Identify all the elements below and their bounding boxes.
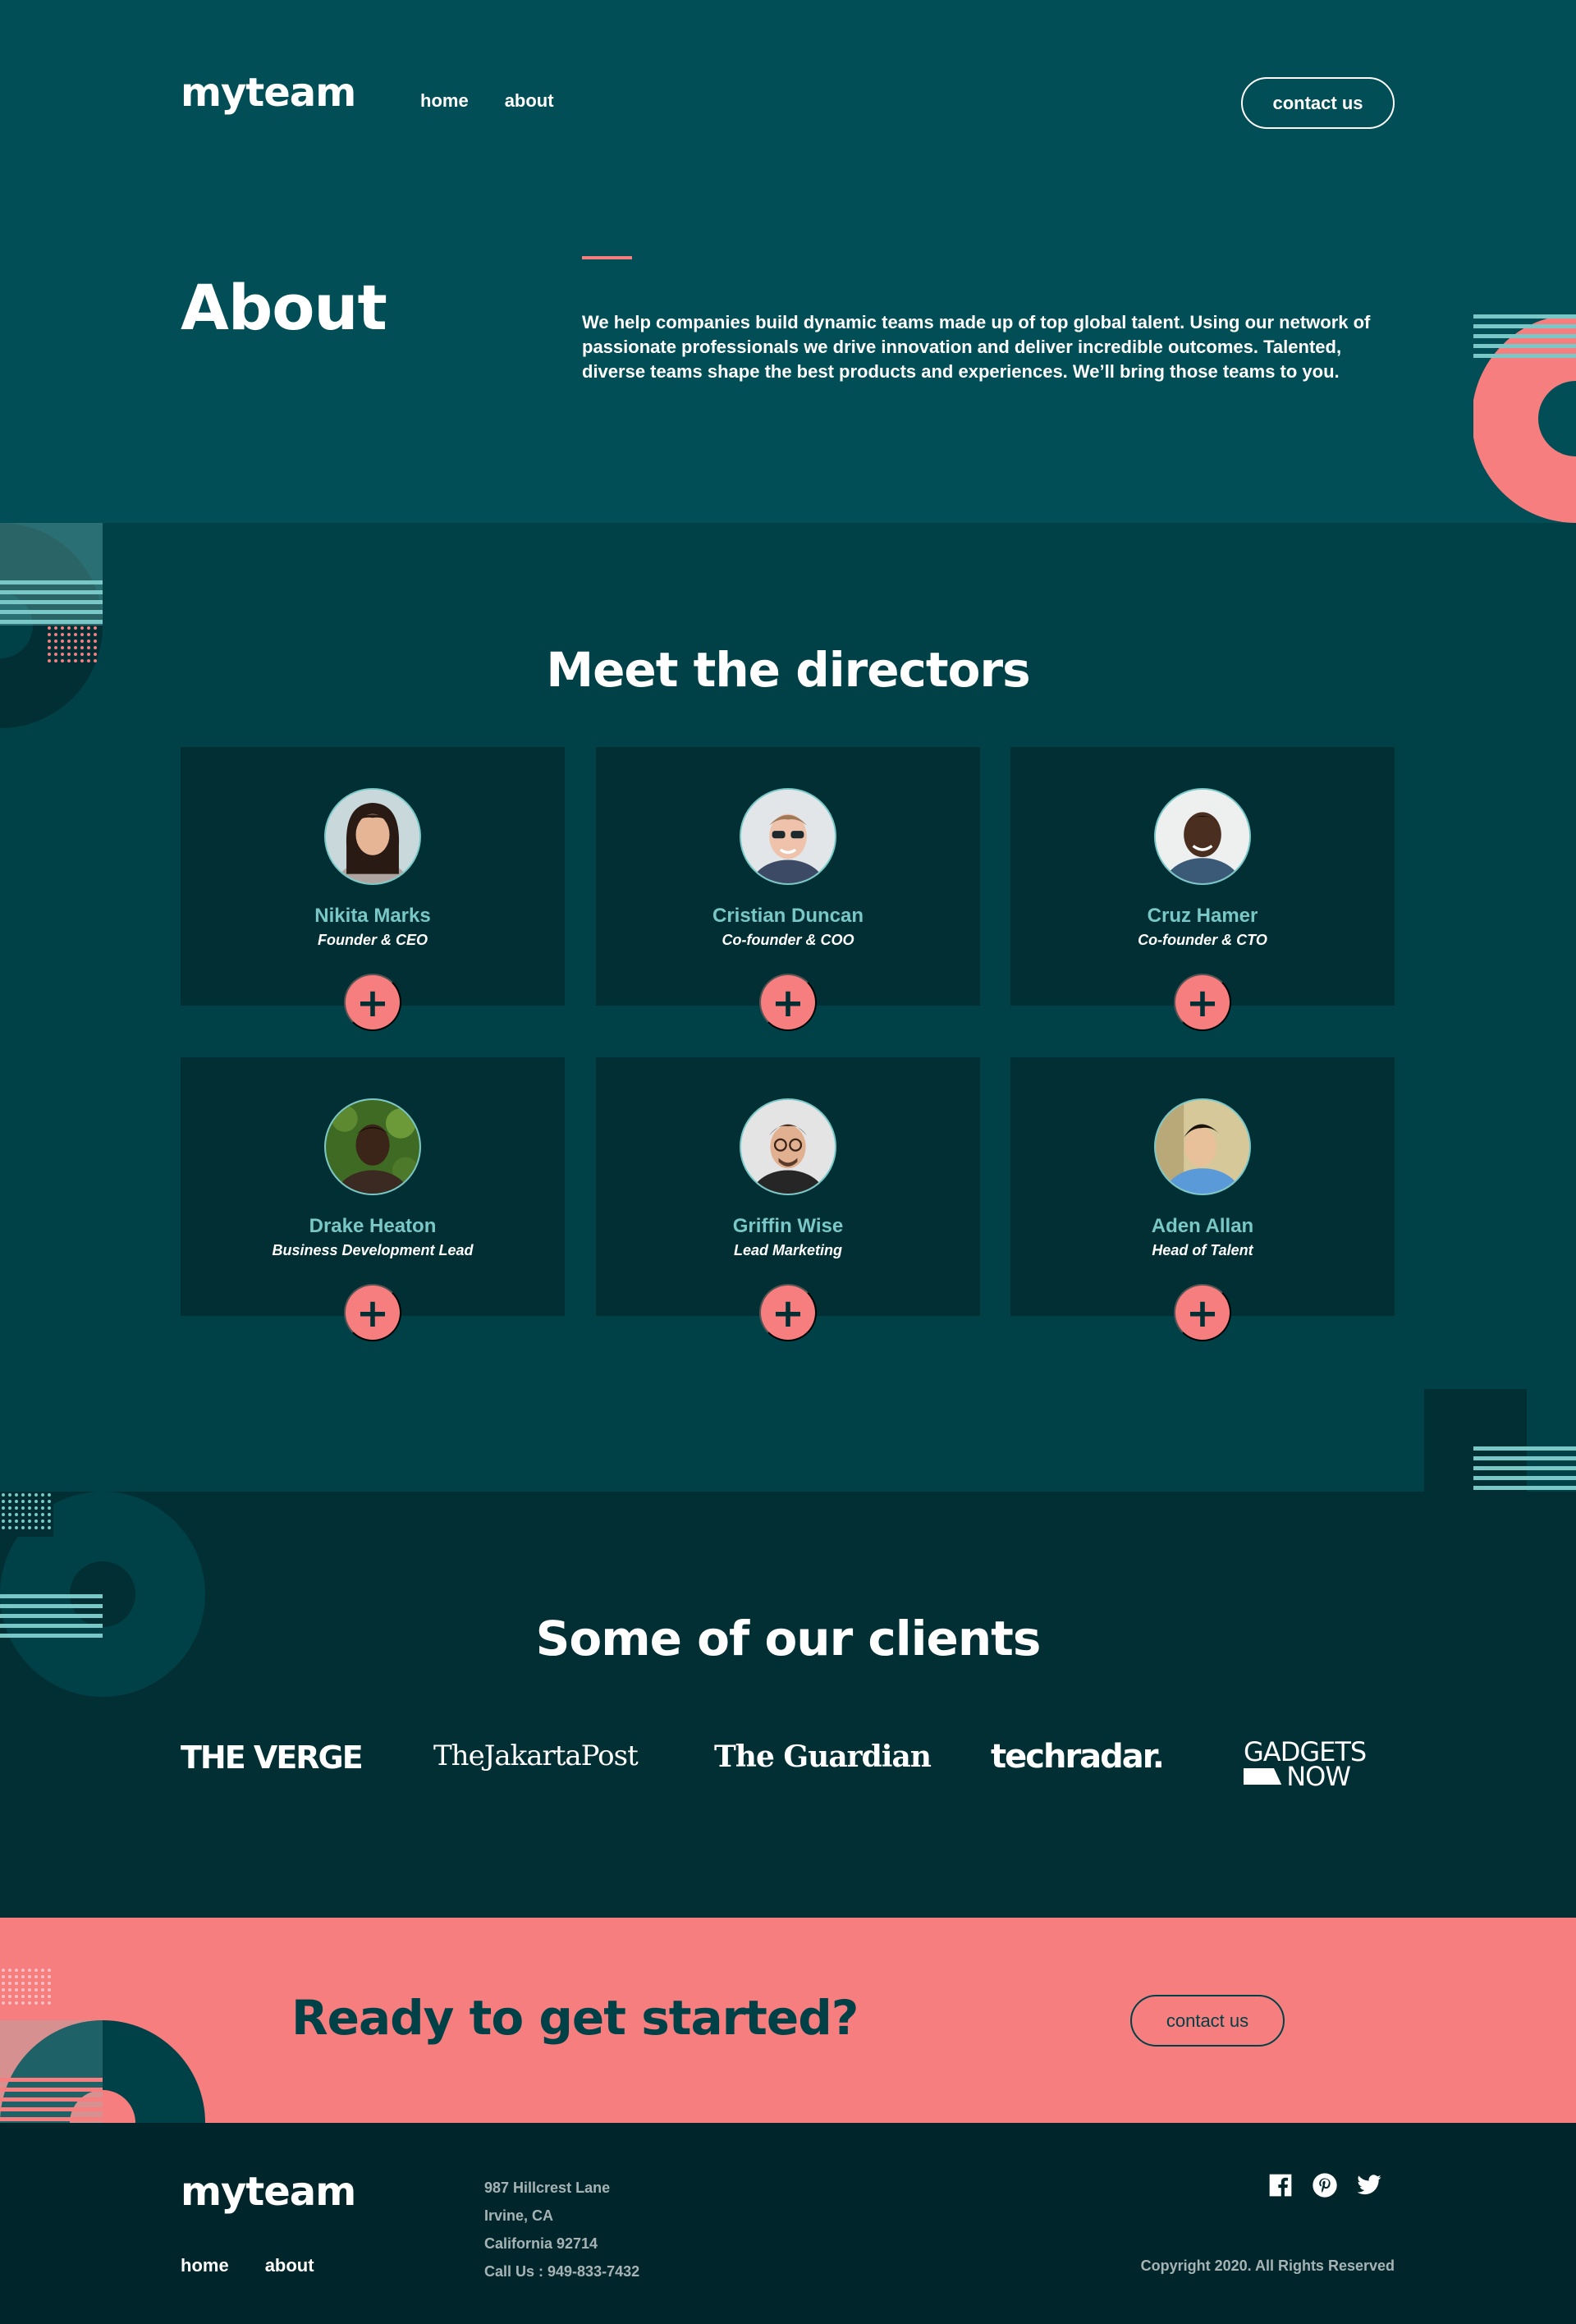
director-card: Cruz Hamer Co-founder & CTO + bbox=[1010, 747, 1395, 1031]
social-links bbox=[1267, 2172, 1382, 2198]
address-block: 987 Hillcrest Lane Irvine, CA California… bbox=[484, 2174, 639, 2285]
director-role: Head of Talent bbox=[1152, 1242, 1253, 1258]
director-role: Business Development Lead bbox=[272, 1242, 474, 1258]
director-name: Cristian Duncan bbox=[712, 905, 864, 927]
director-card: Drake Heaton Business Development Lead + bbox=[181, 1057, 565, 1341]
copyright-text: Copyright 2020. All Rights Reserved bbox=[1140, 2258, 1395, 2274]
decorative-pattern-cta bbox=[0, 1969, 205, 2123]
now-text: NOW bbox=[1286, 1761, 1351, 1792]
now-row: NOW bbox=[1244, 1761, 1351, 1792]
twitter-icon[interactable] bbox=[1356, 2172, 1382, 2198]
director-name: Nikita Marks bbox=[314, 905, 431, 927]
techradar-logo: techradar. bbox=[991, 1738, 1165, 1776]
footer-nav: home about bbox=[181, 2255, 314, 2276]
avatar bbox=[324, 788, 421, 885]
avatar bbox=[1154, 788, 1251, 885]
avatar bbox=[324, 1098, 421, 1195]
contact-us-button[interactable]: contact us bbox=[1241, 77, 1395, 129]
main-nav: home about bbox=[420, 90, 554, 112]
clients-heading: Some of our clients bbox=[535, 1611, 1042, 1666]
director-name: Aden Allan bbox=[1151, 1215, 1254, 1237]
site-logo[interactable]: myteam bbox=[181, 70, 356, 116]
director-role: Co-founder & CTO bbox=[1138, 932, 1267, 948]
clients-section: Some of our clients THE VERGE TheJakarta… bbox=[0, 1492, 1576, 1918]
directors-heading: Meet the directors bbox=[546, 642, 1030, 698]
expand-director-button[interactable]: + bbox=[759, 1284, 817, 1341]
director-card: Cristian Duncan Co-founder & COO + bbox=[596, 747, 980, 1031]
nav-about-link[interactable]: about bbox=[505, 90, 554, 112]
director-card: Griffin Wise Lead Marketing + bbox=[596, 1057, 980, 1341]
director-name: Cruz Hamer bbox=[1147, 905, 1258, 927]
footer-logo[interactable]: myteam bbox=[181, 2169, 356, 2215]
expand-director-button[interactable]: + bbox=[344, 1284, 401, 1341]
cta-contact-us-button[interactable]: contact us bbox=[1130, 1995, 1285, 2047]
director-role: Co-founder & COO bbox=[722, 932, 854, 948]
director-card: Aden Allan Head of Talent + bbox=[1010, 1057, 1395, 1341]
accent-line bbox=[582, 256, 632, 259]
expand-director-button[interactable]: + bbox=[344, 974, 401, 1031]
the-verge-logo: THE VERGE bbox=[181, 1740, 364, 1776]
expand-director-button[interactable]: + bbox=[1174, 1284, 1231, 1341]
expand-director-button[interactable]: + bbox=[1174, 974, 1231, 1031]
cta-section: Ready to get started? contact us bbox=[0, 1918, 1576, 2123]
decorative-pattern-bottom-right bbox=[1424, 1389, 1576, 1492]
pinterest-icon[interactable] bbox=[1312, 2172, 1338, 2198]
address-state-zip: California 92714 bbox=[484, 2235, 598, 2252]
about-description: We help companies build dynamic teams ma… bbox=[582, 312, 1371, 382]
hero-section: myteam home about contact us About We he… bbox=[0, 0, 1576, 523]
director-role: Founder & CEO bbox=[318, 932, 428, 948]
address-city: Irvine, CA bbox=[484, 2207, 554, 2224]
avatar bbox=[740, 1098, 836, 1195]
director-role: Lead Marketing bbox=[733, 1242, 843, 1258]
cta-heading: Ready to get started? bbox=[291, 1990, 859, 2046]
footer-about-link[interactable]: about bbox=[265, 2255, 314, 2276]
nav-home-link[interactable]: home bbox=[420, 90, 469, 112]
decorative-pattern-right bbox=[1473, 314, 1576, 523]
footer: myteam home about 987 Hillcrest Lane Irv… bbox=[0, 2123, 1576, 2324]
director-card: Nikita Marks Founder & CEO + bbox=[181, 747, 565, 1031]
director-name: Drake Heaton bbox=[309, 1215, 437, 1237]
now-bar-shape bbox=[1244, 1768, 1282, 1785]
facebook-icon[interactable] bbox=[1267, 2172, 1294, 2198]
address-phone: Call Us : 949-833-7432 bbox=[484, 2263, 640, 2280]
page-title: About bbox=[181, 271, 387, 344]
address-street: 987 Hillcrest Lane bbox=[484, 2180, 611, 2196]
gadgets-now-logo: GADGETS NOW bbox=[1244, 1739, 1367, 1792]
footer-home-link[interactable]: home bbox=[181, 2255, 229, 2276]
guardian-logo: The Guardian bbox=[714, 1740, 932, 1774]
directors-section: Meet the directors Nikita Marks Founder … bbox=[0, 523, 1576, 1492]
jakarta-post-logo: TheJakartaPost bbox=[433, 1740, 639, 1772]
avatar bbox=[1154, 1098, 1251, 1195]
avatar bbox=[740, 788, 836, 885]
director-name: Griffin Wise bbox=[732, 1215, 844, 1237]
expand-director-button[interactable]: + bbox=[759, 974, 817, 1031]
